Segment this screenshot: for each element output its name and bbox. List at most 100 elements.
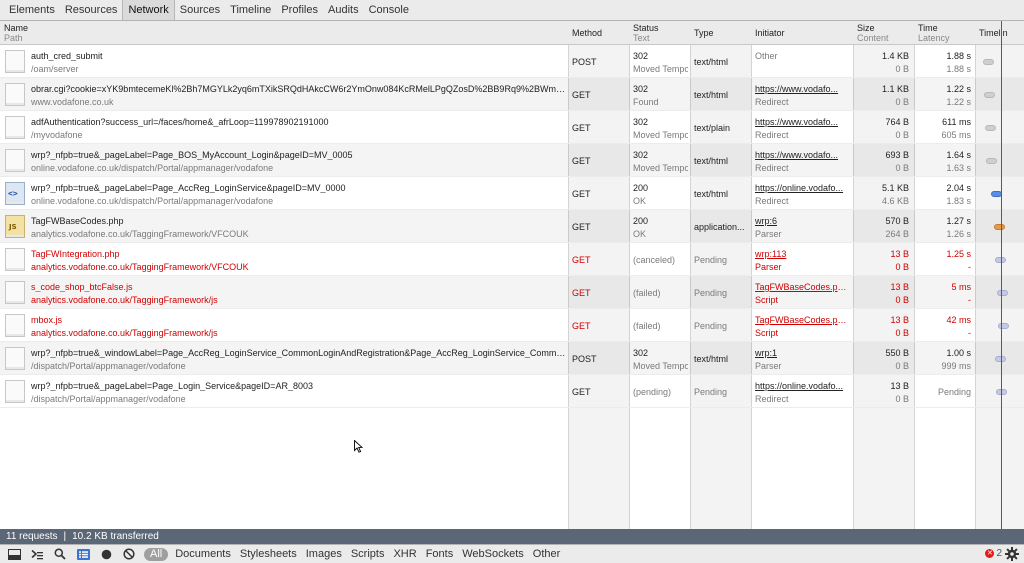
request-time: 2.04 s — [946, 183, 971, 193]
tab-timeline[interactable]: Timeline — [225, 0, 276, 20]
status-cell: 302 Moved Tempo — [633, 144, 688, 177]
transfer-size: 550 B — [885, 348, 909, 358]
time-cell: 1.64 s 1.63 s — [918, 144, 971, 177]
content-size: 0 B — [895, 394, 909, 404]
dock-toggle-button[interactable] — [5, 545, 23, 563]
initiator-link[interactable]: wrp:113 — [755, 249, 850, 259]
initiator-link[interactable]: https://www.vodafo... — [755, 84, 850, 94]
filter-stylesheets[interactable]: Stylesheets — [240, 548, 306, 560]
request-name[interactable]: wrp?_nfpb=true&_pageLabel=Page_AccReg_Lo… — [31, 183, 566, 193]
mime-type: Pending — [694, 288, 728, 298]
column-header-type[interactable]: Type — [690, 21, 751, 45]
settings-button[interactable] — [1005, 547, 1019, 563]
time-cell: 42 ms - — [918, 309, 971, 342]
filter-images[interactable]: Images — [306, 548, 351, 560]
type-cell: text/plain — [694, 111, 749, 144]
timeline-bar[interactable] — [986, 158, 997, 164]
resource-type-filters: All Documents Stylesheets Images Scripts XHR F… — [138, 547, 570, 561]
request-row[interactable]: <> wrp?_nfpb=true&_pageLabel=Page_AccReg_… — [0, 177, 1024, 210]
transfer-size: 13 B — [890, 282, 909, 292]
request-name[interactable]: TagFWIntegration.php — [31, 249, 566, 259]
timeline-dom-content-loaded-marker — [1001, 21, 1002, 529]
method-cell: GET — [572, 78, 626, 111]
request-row[interactable]: obrar.cgi?cookie=xYK9bmtecemeKl%2Bh7MGYL… — [0, 78, 1024, 111]
column-header-timeline[interactable]: Timelin — [975, 21, 1024, 45]
request-row[interactable]: TagFWIntegration.php analytics.vodafone.c… — [0, 243, 1024, 276]
status-text: Moved Tempo — [633, 64, 688, 74]
request-row[interactable]: wrp?_nfpb=true&_windowLabel=Page_AccReg_… — [0, 342, 1024, 375]
filter-xhr[interactable]: XHR — [393, 548, 425, 560]
filter-documents[interactable]: Documents — [175, 548, 240, 560]
initiator-link[interactable]: https://www.vodafo... — [755, 117, 850, 127]
request-name[interactable]: mbox.js — [31, 315, 566, 325]
html-icon: <> — [5, 182, 25, 205]
initiator-link[interactable]: wrp:6 — [755, 216, 850, 226]
column-header-status[interactable]: Status Text — [629, 21, 690, 45]
tab-sources[interactable]: Sources — [175, 0, 225, 20]
filter-websockets[interactable]: WebSockets — [462, 548, 533, 560]
request-name[interactable]: wrp?_nfpb=true&_pageLabel=Page_BOS_MyAcc… — [31, 150, 566, 160]
js-icon: JS — [5, 215, 25, 238]
content-size: 0 B — [895, 361, 909, 371]
column-header-time[interactable]: Time Latency — [914, 21, 975, 45]
tab-audits[interactable]: Audits — [323, 0, 364, 20]
column-header-path-label: Path — [4, 33, 23, 43]
tab-profiles[interactable]: Profiles — [276, 0, 323, 20]
request-name[interactable]: wrp?_nfpb=true&_windowLabel=Page_AccReg_… — [31, 348, 566, 358]
request-row[interactable]: auth_cred_submit/oam/server POST 302 Moved … — [0, 45, 1024, 78]
request-name[interactable]: TagFWBaseCodes.php — [31, 216, 566, 226]
document-icon — [5, 83, 25, 106]
timeline-bar[interactable] — [983, 59, 994, 65]
timeline-bar[interactable] — [997, 290, 1008, 296]
column-header-name[interactable]: Name Path — [0, 21, 568, 45]
request-method: GET — [572, 321, 591, 331]
initiator-link: Other — [755, 51, 778, 61]
filter-fonts[interactable]: Fonts — [426, 548, 463, 560]
error-count-badge[interactable]: ✕ 2 — [985, 548, 1002, 559]
request-method: GET — [572, 222, 591, 232]
request-name[interactable]: obrar.cgi?cookie=xYK9bmtecemeKl%2Bh7MGYL… — [31, 84, 566, 94]
search-button[interactable] — [51, 545, 69, 563]
request-name[interactable]: s_code_shop_btcFalse.js — [31, 282, 566, 292]
request-name[interactable]: adfAuthentication?success_url=/faces/hom… — [31, 117, 566, 127]
timeline-bar[interactable] — [985, 125, 996, 131]
request-row[interactable]: s_code_shop_btcFalse.js analytics.vodafon… — [0, 276, 1024, 309]
request-row[interactable]: mbox.js analytics.vodafone.co.uk/TaggingF… — [0, 309, 1024, 342]
type-cell: application... — [694, 210, 749, 243]
timeline-bar[interactable] — [994, 224, 1005, 230]
initiator-link[interactable]: TagFWBaseCodes.ph... — [755, 282, 850, 292]
clear-button[interactable] — [120, 545, 138, 563]
filter-other[interactable]: Other — [533, 548, 570, 560]
tab-network[interactable]: Network — [122, 0, 175, 20]
tab-console[interactable]: Console — [364, 0, 414, 20]
record-button[interactable] — [97, 545, 115, 563]
request-name[interactable]: wrp?_nfpb=true&_pageLabel=Page_Login_Ser… — [31, 381, 566, 391]
request-row[interactable]: JS TagFWBaseCodes.php analytics.vodafone.c… — [0, 210, 1024, 243]
initiator-link[interactable]: wrp:1 — [755, 348, 850, 358]
tab-elements[interactable]: Elements — [4, 0, 60, 20]
large-rows-toggle-button[interactable] — [74, 545, 92, 563]
timeline-bar[interactable] — [998, 323, 1009, 329]
initiator-link[interactable]: https://online.vodafo... — [755, 381, 850, 391]
request-row[interactable]: wrp?_nfpb=true&_pageLabel=Page_BOS_MyAcc… — [0, 144, 1024, 177]
request-row[interactable]: wrp?_nfpb=true&_pageLabel=Page_Login_Ser… — [0, 375, 1024, 408]
column-header-method[interactable]: Method — [568, 21, 629, 45]
size-cell: 570 B 264 B — [857, 210, 909, 243]
filter-all[interactable]: All — [144, 547, 169, 561]
column-header-size-label: Size — [857, 23, 875, 33]
filter-scripts[interactable]: Scripts — [351, 548, 394, 560]
mouse-cursor-icon — [354, 440, 363, 453]
mime-type: text/html — [694, 90, 729, 100]
initiator-link[interactable]: TagFWBaseCodes.ph... — [755, 315, 850, 325]
initiator-link[interactable]: https://online.vodafo... — [755, 183, 850, 193]
timeline-bar[interactable] — [984, 92, 995, 98]
console-drawer-button[interactable] — [28, 545, 46, 563]
request-name[interactable]: auth_cred_submit — [31, 51, 566, 61]
column-header-initiator[interactable]: Initiator — [751, 21, 853, 45]
column-header-size[interactable]: Size Content — [853, 21, 914, 45]
tab-resources[interactable]: Resources — [60, 0, 123, 20]
name-cell: obrar.cgi?cookie=xYK9bmtecemeKl%2Bh7MGYL… — [31, 78, 566, 111]
initiator-link[interactable]: https://www.vodafo... — [755, 150, 850, 160]
request-row[interactable]: adfAuthentication?success_url=/faces/hom… — [0, 111, 1024, 144]
clear-icon — [123, 548, 135, 560]
